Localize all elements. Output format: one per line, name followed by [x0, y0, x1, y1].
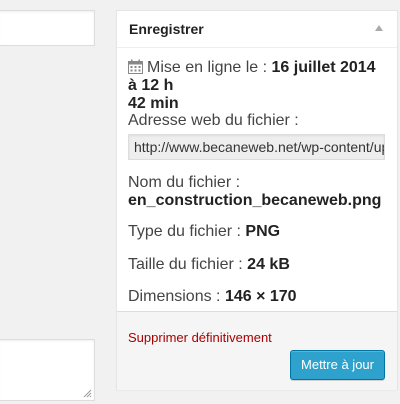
- file-url-field[interactable]: http://www.becaneweb.net/wp-content/uplo…: [128, 134, 385, 160]
- file-size-label: Taille du fichier :: [128, 256, 243, 273]
- file-name-value: en_construction_becaneweb.png: [128, 192, 382, 209]
- file-name-label: Nom du fichier :: [128, 174, 241, 191]
- file-type-label: Type du fichier :: [128, 223, 241, 240]
- title-input[interactable]: [0, 10, 95, 46]
- dimensions: Dimensions : 146 × 170: [128, 288, 386, 306]
- file-size-value: 24 kB: [247, 256, 290, 273]
- file-size: Taille du fichier : 24 kB: [128, 256, 386, 274]
- arrow-up-icon[interactable]: [375, 25, 383, 31]
- major-publishing-actions: Supprimer définitivement Mettre à jour: [117, 311, 397, 390]
- dimensions-label: Dimensions :: [128, 288, 221, 305]
- file-type: Type du fichier : PNG: [128, 223, 386, 241]
- postbox-title: Enregistrer: [129, 21, 204, 37]
- update-button[interactable]: Mettre à jour: [290, 350, 385, 380]
- published-date: Mise en ligne le : 16 juillet 2014 à 12 …: [128, 59, 386, 113]
- file-type-value: PNG: [245, 223, 281, 240]
- published-value-line2: 42 min: [128, 95, 179, 112]
- resize-grip-icon[interactable]: [82, 388, 92, 398]
- dimensions-value: 146 × 170: [224, 288, 297, 305]
- published-label: Mise en ligne le :: [147, 59, 268, 76]
- postbox-header: Enregistrer: [117, 11, 397, 48]
- file-url-label: Adresse web du fichier :: [128, 112, 299, 129]
- delete-permanently-link[interactable]: Supprimer définitivement: [128, 330, 272, 345]
- calendar-icon: [128, 59, 143, 74]
- caption-textarea[interactable]: [0, 339, 95, 401]
- save-postbox: Enregistrer Mise en ligne le : 16 juille…: [116, 10, 398, 390]
- file-name: Nom du fichier : en_construction_becanew…: [128, 174, 386, 210]
